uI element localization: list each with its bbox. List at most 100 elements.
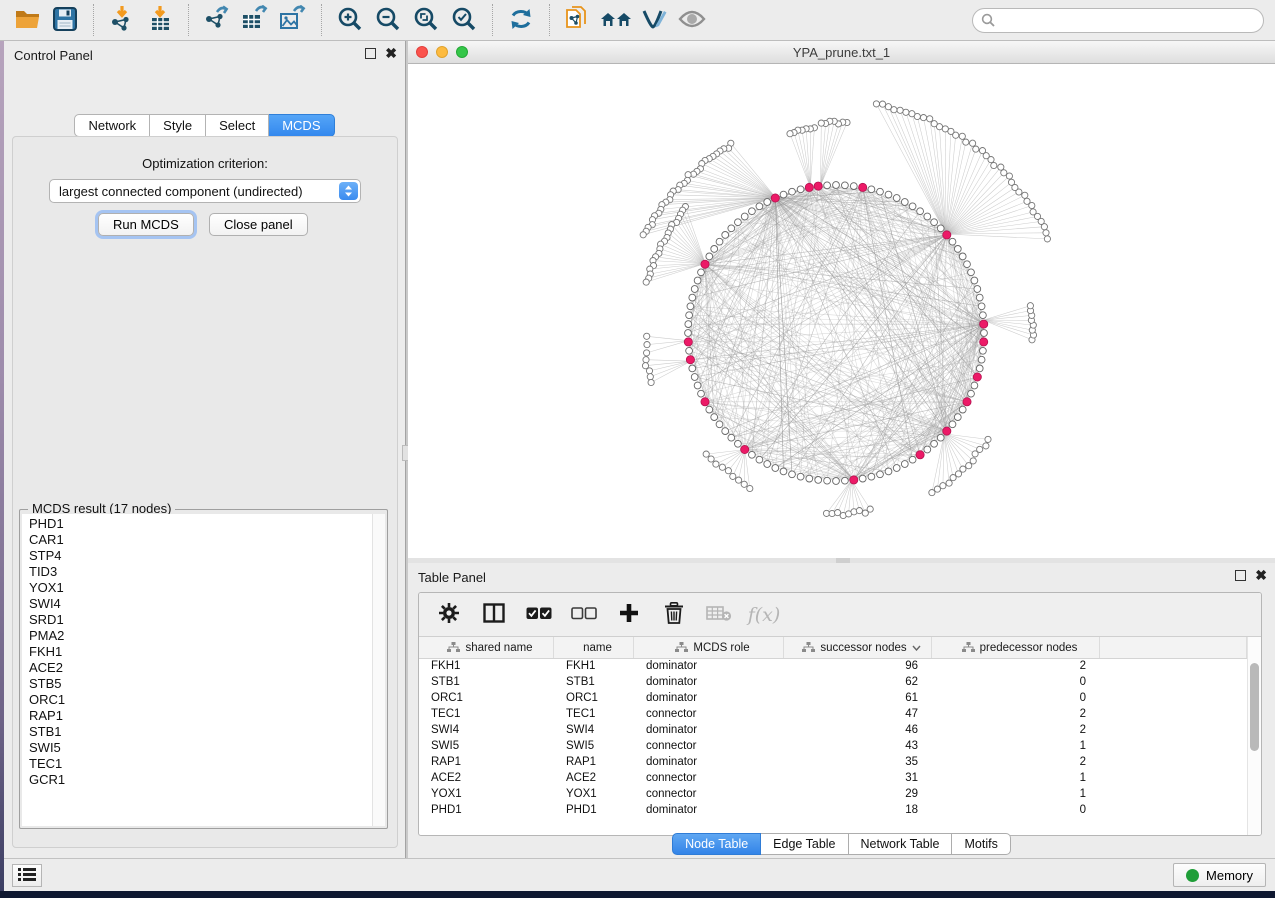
ring-node[interactable] — [824, 477, 831, 484]
table-row[interactable]: ACE2ACE2connector311 — [419, 771, 1247, 787]
satellite-node[interactable] — [970, 458, 976, 464]
add-column-button[interactable] — [615, 600, 643, 630]
satellite-node[interactable] — [685, 172, 691, 178]
tab-style[interactable]: Style — [150, 114, 206, 137]
ring-node[interactable] — [706, 253, 713, 260]
zoom-in-button[interactable] — [331, 3, 369, 37]
mcds-result-item[interactable]: TEC1 — [29, 756, 372, 772]
satellite-node[interactable] — [950, 475, 956, 481]
satellite-node[interactable] — [725, 468, 731, 474]
satellite-node[interactable] — [1022, 192, 1028, 198]
ring-node[interactable] — [780, 468, 787, 475]
mcds-node[interactable] — [686, 356, 694, 364]
table-row[interactable]: SWI5SWI5connector431 — [419, 739, 1247, 755]
satellite-node[interactable] — [942, 126, 948, 132]
function-builder-button[interactable]: f(x) — [750, 600, 778, 630]
ring-node[interactable] — [949, 238, 956, 245]
ring-node[interactable] — [716, 238, 723, 245]
column-header-successor-nodes[interactable]: successor nodes — [784, 637, 932, 658]
column-header-MCDS-role[interactable]: MCDS role — [634, 637, 784, 658]
mcds-result-item[interactable]: STB5 — [29, 676, 372, 692]
mcds-node[interactable] — [973, 373, 981, 381]
ring-node[interactable] — [974, 286, 981, 293]
close-panel-button[interactable]: Close panel — [209, 213, 308, 236]
satellite-node[interactable] — [973, 146, 979, 152]
zoom-out-button[interactable] — [369, 3, 407, 37]
satellite-node[interactable] — [885, 104, 891, 110]
satellite-node[interactable] — [991, 162, 997, 168]
import-table-button[interactable] — [141, 3, 179, 37]
ring-node[interactable] — [980, 312, 987, 319]
mcds-node[interactable] — [850, 476, 858, 484]
zoom-selected-button[interactable] — [445, 3, 483, 37]
satellite-node[interactable] — [903, 109, 909, 115]
ring-node[interactable] — [931, 440, 938, 447]
satellite-node[interactable] — [643, 279, 649, 285]
ring-node[interactable] — [711, 414, 718, 421]
satellite-node[interactable] — [970, 140, 976, 146]
task-history-button[interactable] — [12, 864, 42, 887]
run-mcds-button[interactable]: Run MCDS — [98, 213, 194, 236]
ring-node[interactable] — [824, 182, 831, 189]
network-canvas[interactable] — [408, 64, 1275, 558]
mcds-node[interactable] — [701, 260, 709, 268]
mcds-result-item[interactable]: PHD1 — [29, 516, 372, 532]
ring-node[interactable] — [685, 330, 692, 337]
ring-node[interactable] — [722, 232, 729, 239]
ring-node[interactable] — [893, 465, 900, 472]
mcds-result-item[interactable]: SWI5 — [29, 740, 372, 756]
ring-node[interactable] — [716, 421, 723, 428]
first-neighbors-button[interactable] — [559, 3, 597, 37]
ring-node[interactable] — [968, 390, 975, 397]
ring-node[interactable] — [815, 477, 822, 484]
gear-button[interactable] — [435, 600, 463, 630]
satellite-node[interactable] — [644, 350, 650, 356]
ring-node[interactable] — [909, 456, 916, 463]
mcds-result-list[interactable]: PHD1CAR1STP4TID3YOX1SWI4SRD1PMA2FKH1ACE2… — [22, 514, 372, 826]
mcds-node[interactable] — [814, 182, 822, 190]
ring-node[interactable] — [756, 203, 763, 210]
mcds-result-item[interactable]: FKH1 — [29, 644, 372, 660]
ring-node[interactable] — [833, 478, 840, 485]
ring-node[interactable] — [976, 294, 983, 301]
ring-node[interactable] — [937, 434, 944, 441]
float-panel-icon[interactable] — [1235, 570, 1246, 581]
satellite-node[interactable] — [1030, 209, 1036, 215]
ring-node[interactable] — [780, 191, 787, 198]
ring-node[interactable] — [694, 382, 701, 389]
mcds-node[interactable] — [771, 194, 779, 202]
ring-node[interactable] — [868, 186, 875, 193]
ring-node[interactable] — [842, 182, 849, 189]
export-image-button[interactable] — [274, 3, 312, 37]
ring-node[interactable] — [924, 213, 931, 220]
ring-node[interactable] — [698, 390, 705, 397]
satellite-node[interactable] — [985, 436, 991, 442]
satellite-node[interactable] — [787, 131, 793, 137]
ring-node[interactable] — [764, 461, 771, 468]
save-session-button[interactable] — [46, 3, 84, 37]
column-header-shared-name[interactable]: shared name — [419, 637, 554, 658]
delete-table-button[interactable] — [705, 600, 733, 630]
ring-node[interactable] — [978, 303, 985, 310]
ring-node[interactable] — [917, 208, 924, 215]
ring-node[interactable] — [901, 461, 908, 468]
satellite-node[interactable] — [963, 139, 969, 145]
ring-node[interactable] — [971, 277, 978, 284]
mcds-result-item[interactable]: YOX1 — [29, 580, 372, 596]
mcds-result-item[interactable]: GCR1 — [29, 772, 372, 788]
ring-node[interactable] — [954, 414, 961, 421]
column-header-predecessor-nodes[interactable]: predecessor nodes — [932, 637, 1100, 658]
satellite-node[interactable] — [1024, 198, 1030, 204]
ring-node[interactable] — [749, 451, 756, 458]
ring-node[interactable] — [691, 374, 698, 381]
float-panel-icon[interactable] — [365, 48, 376, 59]
satellite-node[interactable] — [940, 483, 946, 489]
ring-node[interactable] — [976, 365, 983, 372]
satellite-node[interactable] — [741, 481, 747, 487]
close-panel-icon[interactable]: ✖ — [385, 48, 397, 59]
scrollbar-thumb[interactable] — [1250, 663, 1259, 751]
ring-node[interactable] — [980, 347, 987, 354]
satellite-node[interactable] — [730, 473, 736, 479]
satellite-node[interactable] — [644, 333, 650, 339]
satellite-node[interactable] — [640, 232, 646, 238]
